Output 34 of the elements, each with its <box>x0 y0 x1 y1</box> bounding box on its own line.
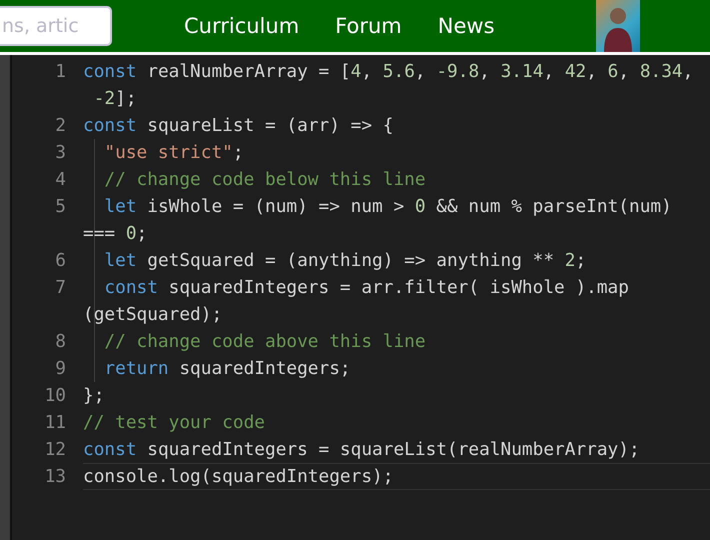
code-line: "use strict"; <box>103 142 244 163</box>
code-line: // change code below this line <box>103 169 426 190</box>
code-line: return squaredIntegers; <box>103 358 351 379</box>
code-line: -2]; <box>92 88 137 109</box>
line-number: 6 <box>55 250 66 271</box>
avatar-placeholder[interactable] <box>596 0 640 52</box>
line-number: 8 <box>55 331 66 352</box>
code-line: const squareList = (arr) => { <box>83 115 394 136</box>
line-number: 7 <box>55 277 66 298</box>
code-line: (getSquared); <box>83 304 222 325</box>
line-number: 11 <box>44 412 66 433</box>
line-number: 2 <box>55 115 66 136</box>
line-number: 4 <box>55 169 66 190</box>
line-number: 10 <box>44 385 66 406</box>
search-field[interactable]: ns, artic <box>0 6 112 46</box>
nav-link[interactable]: Curriculum <box>184 14 300 38</box>
code-line: const squaredIntegers = arr.filter( isWhole ).map <box>103 277 629 298</box>
code-line: }; <box>83 385 104 406</box>
code-line: console.log(squaredIntegers); <box>83 466 394 487</box>
code-line: let isWhole = (num) => num > 0 && num % parseInt(num) <box>103 196 672 217</box>
line-number: 9 <box>55 358 66 379</box>
code-line: const realNumberArray = [4, 5.6, -9.8, 3.14, 42, 6, 8.34, <box>83 61 694 82</box>
line-number: 5 <box>55 196 66 217</box>
nav-link[interactable]: News <box>438 14 495 38</box>
nav-link[interactable]: Forum <box>335 14 402 38</box>
line-number: 13 <box>44 466 66 487</box>
code-line: === 0; <box>83 223 148 244</box>
line-number: 12 <box>44 439 66 460</box>
code-line: let getSquared = (anything) => anything ** 2; <box>103 250 586 271</box>
code-line: // test your code <box>83 412 265 433</box>
line-number: 3 <box>55 142 66 163</box>
code-line: const squaredIntegers = squareList(realNumberArray); <box>83 439 640 460</box>
code-line: // change code above this line <box>103 331 426 352</box>
line-number: 1 <box>55 61 66 82</box>
